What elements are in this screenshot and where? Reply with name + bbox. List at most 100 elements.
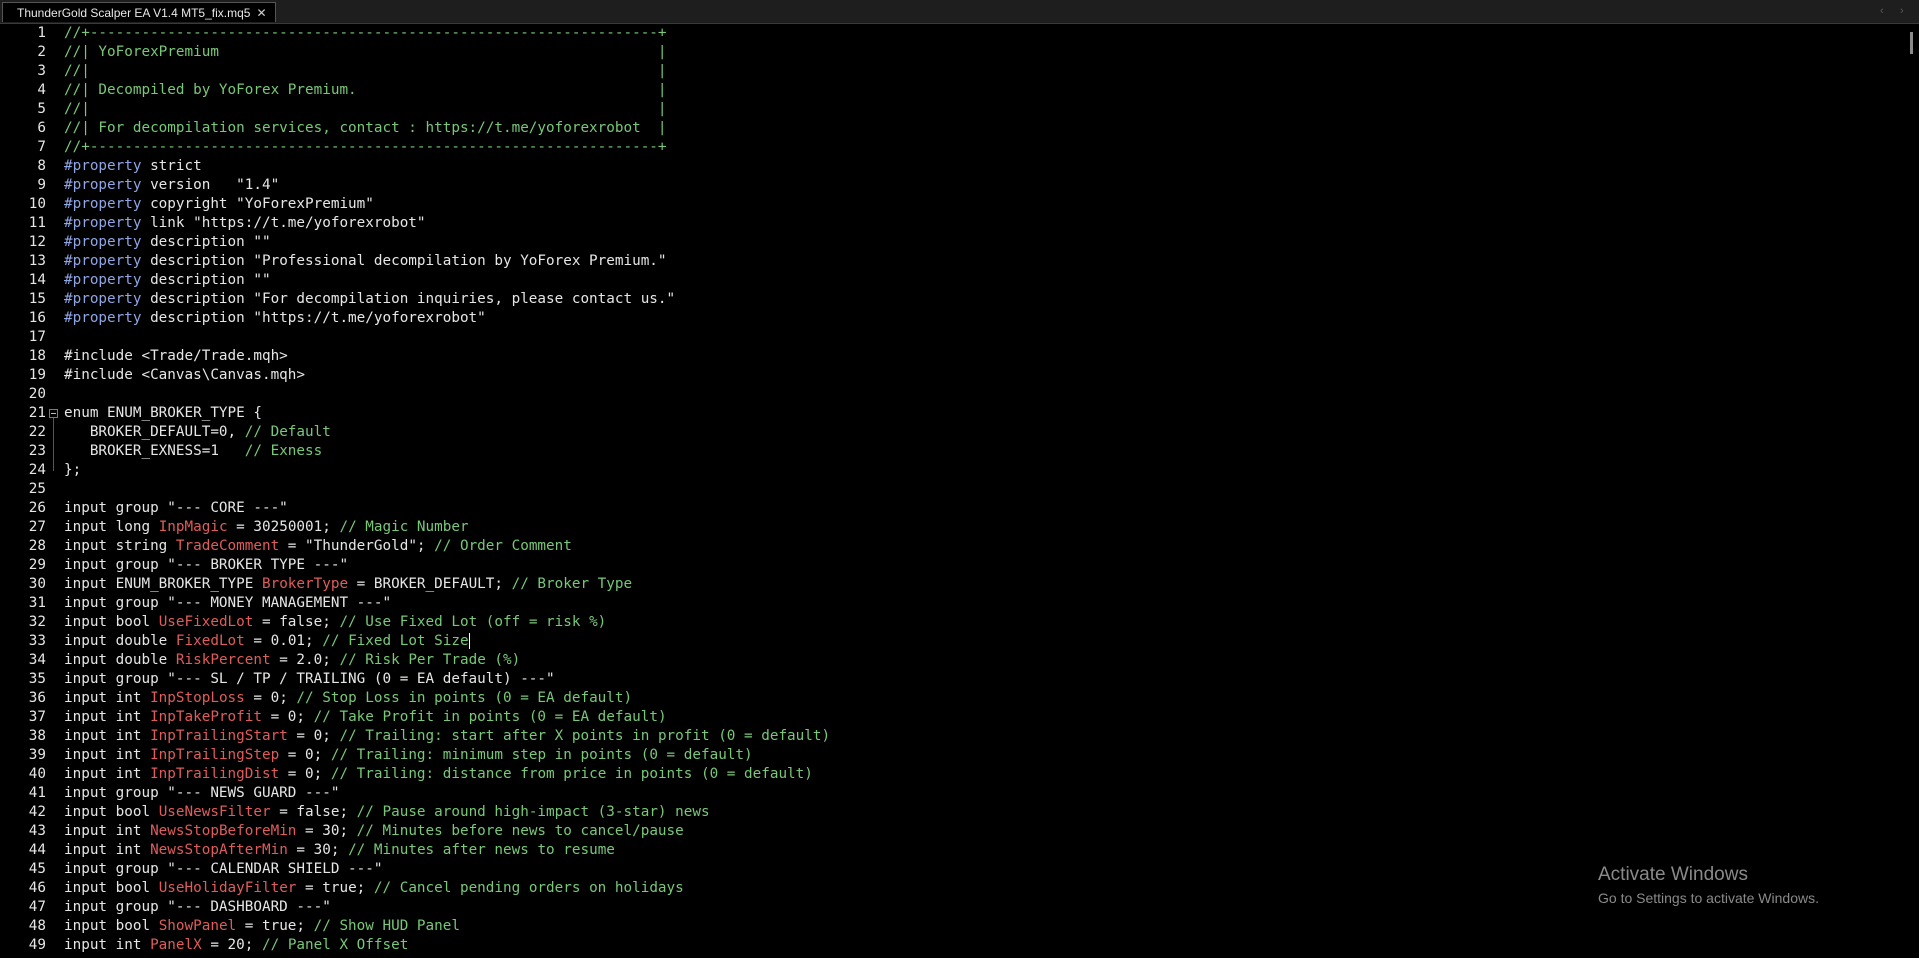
code-comment: // Stop Loss in points (0 = EA default): [296, 690, 633, 706]
line-number: 4: [37, 82, 46, 98]
line-number: 8: [37, 158, 46, 174]
line-number: 7: [37, 139, 46, 155]
code-token: description "": [141, 234, 271, 250]
code-line[interactable]: //| |: [64, 62, 667, 81]
code-line[interactable]: //| YoForexPremium |: [64, 43, 667, 62]
code-identifier: InpTakeProfit: [150, 709, 262, 725]
code-line[interactable]: input int InpTrailingDist = 0; // Traili…: [64, 765, 813, 784]
code-line[interactable]: #property copyright "YoForexPremium": [64, 195, 374, 214]
code-line[interactable]: input int InpTakeProfit = 0; // Take Pro…: [64, 708, 667, 727]
code-token: input group "--- DASHBOARD ---": [64, 899, 331, 915]
code-comment: //+-------------------------------------…: [64, 25, 667, 41]
code-identifier: InpTrailingStart: [150, 728, 288, 744]
line-number: 32: [28, 614, 46, 630]
code-line[interactable]: input bool UseNewsFilter = false; // Pau…: [64, 803, 710, 822]
fold-collapse-icon[interactable]: [49, 409, 58, 418]
code-line[interactable]: input group "--- MONEY MANAGEMENT ---": [64, 594, 391, 613]
code-line[interactable]: input int NewsStopBeforeMin = 30; // Min…: [64, 822, 684, 841]
code-line[interactable]: input group "--- SL / TP / TRAILING (0 =…: [64, 670, 555, 689]
code-line[interactable]: input group "--- CORE ---": [64, 499, 288, 518]
code-line[interactable]: input bool ShowPanel = true; // Show HUD…: [64, 917, 460, 936]
code-line[interactable]: input int NewsStopAfterMin = 30; // Minu…: [64, 841, 615, 860]
vertical-scrollbar-thumb[interactable]: [1910, 32, 1913, 54]
line-number: 45: [28, 861, 46, 877]
code-line[interactable]: //| |: [64, 100, 667, 119]
code-line[interactable]: input double FixedLot = 0.01; // Fixed L…: [64, 632, 470, 651]
code-line[interactable]: input group "--- DASHBOARD ---": [64, 898, 331, 917]
line-number: 42: [28, 804, 46, 820]
code-line[interactable]: #property strict: [64, 157, 202, 176]
code-comment: //| |: [64, 63, 667, 79]
code-editor[interactable]: 1 2 3 4 5 6 7 8 9 10 11 12 13 14 15 16 17 18 19 20 21 22 23 24 2…: [0, 24, 1919, 958]
code-token: #include <Trade/Trade.mqh>: [64, 348, 288, 364]
line-number: 18: [28, 348, 46, 364]
line-number: 20: [28, 386, 46, 402]
code-line[interactable]: #property description "Professional deco…: [64, 252, 667, 271]
code-comment: // Magic Number: [339, 519, 469, 535]
code-line[interactable]: //+-------------------------------------…: [64, 138, 667, 157]
code-token: input int: [64, 709, 151, 725]
code-line[interactable]: input int InpTrailingStart = 0; // Trail…: [64, 727, 830, 746]
code-line[interactable]: input string TradeComment = "ThunderGold…: [64, 537, 572, 556]
code-line[interactable]: input group "--- BROKER TYPE ---": [64, 556, 348, 575]
code-line[interactable]: input bool UseFixedLot = false; // Use F…: [64, 613, 606, 632]
code-token: input group "--- CALENDAR SHIELD ---": [64, 861, 383, 877]
line-number: 6: [37, 120, 46, 136]
code-line[interactable]: #property description "": [64, 271, 271, 290]
code-line[interactable]: #property version "1.4": [64, 176, 279, 195]
code-line[interactable]: //| For decompilation services, contact …: [64, 119, 667, 138]
code-line[interactable]: input long InpMagic = 30250001; // Magic…: [64, 518, 469, 537]
code-identifier: InpStopLoss: [150, 690, 245, 706]
file-tab-title: ThunderGold Scalper EA V1.4 MT5_fix.mq5: [17, 5, 251, 20]
code-line[interactable]: input int InpTrailingStep = 0; // Traili…: [64, 746, 753, 765]
code-line[interactable]: input bool UseHolidayFilter = true; // C…: [64, 879, 684, 898]
code-line[interactable]: #property link "https://t.me/yoforexrobo…: [64, 214, 426, 233]
code-token: = 0;: [279, 766, 331, 782]
code-token: = 0;: [244, 690, 297, 706]
code-line[interactable]: #include <Trade/Trade.mqh>: [64, 347, 288, 366]
code-token: enum ENUM_BROKER_TYPE {: [64, 405, 262, 421]
code-token: input int: [64, 842, 151, 858]
watermark-title: Activate Windows: [1598, 864, 1748, 885]
close-icon[interactable]: ✕: [256, 7, 266, 19]
code-token: input int: [64, 728, 151, 744]
line-number: 46: [28, 880, 46, 896]
code-line[interactable]: input int PanelX = 20; // Panel X Offset: [64, 936, 408, 955]
scroll-tabs-right-icon[interactable]: ›: [1900, 5, 1904, 17]
file-tab[interactable]: ThunderGold Scalper EA V1.4 MT5_fix.mq5 …: [2, 2, 276, 22]
code-line[interactable]: };: [64, 461, 81, 480]
code-identifier: UseFixedLot: [158, 614, 254, 630]
code-line[interactable]: enum ENUM_BROKER_TYPE {: [64, 404, 262, 423]
code-identifier: UseHolidayFilter: [158, 880, 297, 896]
code-directive: #property: [64, 158, 142, 174]
code-line[interactable]: input double RiskPercent = 2.0; // Risk …: [64, 651, 520, 670]
code-line[interactable]: #property description "": [64, 233, 271, 252]
code-token: = 20;: [201, 937, 262, 953]
line-number: 10: [28, 196, 46, 212]
code-line[interactable]: #include <Canvas\Canvas.mqh>: [64, 366, 305, 385]
line-number: 33: [28, 633, 46, 649]
code-line[interactable]: BROKER_EXNESS=1 // Exness: [64, 442, 322, 461]
code-line[interactable]: input group "--- CALENDAR SHIELD ---": [64, 860, 382, 879]
code-line[interactable]: #property description "https://t.me/yofo…: [64, 309, 486, 328]
code-line[interactable]: //+-------------------------------------…: [64, 24, 667, 43]
code-identifier: ShowPanel: [158, 918, 237, 934]
code-line[interactable]: #property description "For decompilation…: [64, 290, 675, 309]
scroll-tabs-left-icon[interactable]: ‹: [1880, 5, 1884, 17]
code-area[interactable]: //+-------------------------------------…: [64, 24, 1889, 958]
code-token: = 30250001;: [227, 519, 340, 535]
code-token: input group "--- MONEY MANAGEMENT ---": [64, 595, 392, 611]
code-token: description "For decompilation inquiries…: [141, 291, 676, 307]
code-line[interactable]: input ENUM_BROKER_TYPE BrokerType = BROK…: [64, 575, 632, 594]
code-token: = 30;: [287, 842, 349, 858]
code-token: = true;: [296, 880, 374, 896]
code-token: input string: [64, 538, 176, 554]
code-line[interactable]: input int InpStopLoss = 0; // Stop Loss …: [64, 689, 632, 708]
line-number: 5: [37, 101, 46, 117]
code-line[interactable]: input group "--- NEWS GUARD ---": [64, 784, 339, 803]
code-comment: //| Decompiled by YoForex Premium. |: [64, 82, 667, 98]
line-number: 29: [28, 557, 46, 573]
code-token: strict: [141, 158, 202, 174]
code-line[interactable]: BROKER_DEFAULT=0, // Default: [64, 423, 331, 442]
code-line[interactable]: //| Decompiled by YoForex Premium. |: [64, 81, 667, 100]
